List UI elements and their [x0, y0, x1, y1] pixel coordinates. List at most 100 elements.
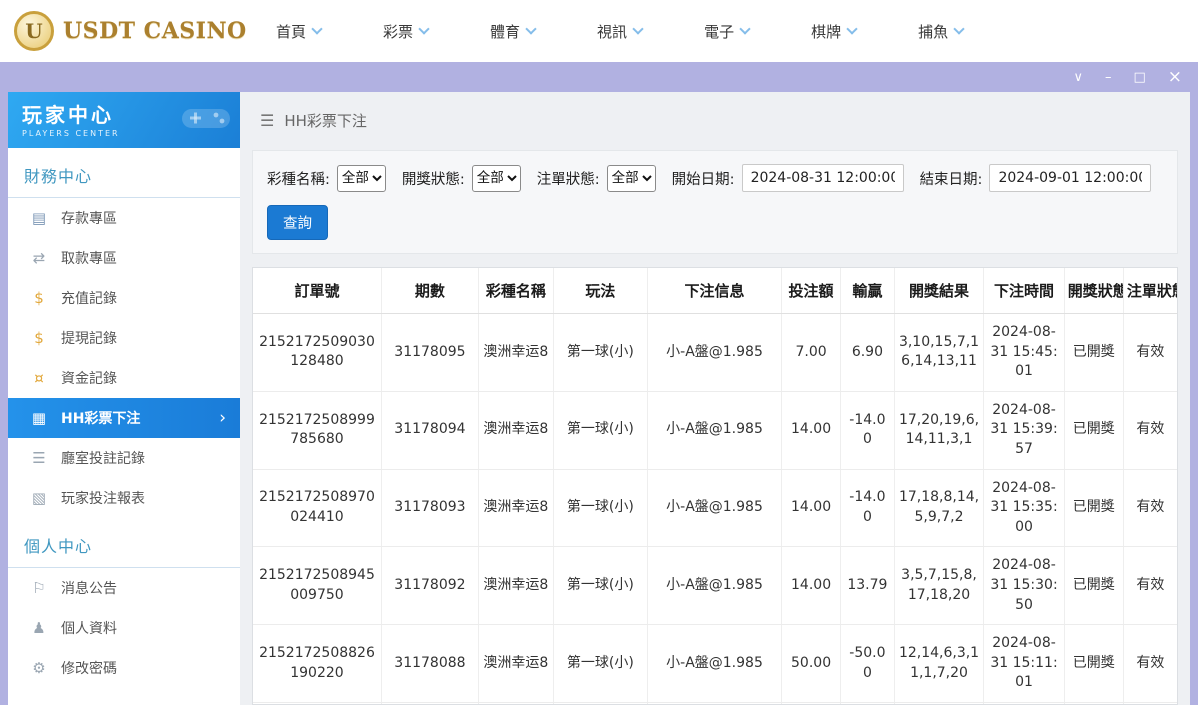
table-cell: 2152172508999785680: [253, 391, 382, 470]
sidebar-item[interactable]: ⇄ 取款專區: [8, 238, 240, 278]
table-cell: 2024-08-31 15:39:57: [983, 391, 1065, 470]
table-cell: 2152172509030128480: [253, 313, 382, 392]
sidebar-section-header: 個人中心: [8, 518, 240, 568]
app-window: ∨ – □ × 玩家中心 PLAYERS CENTER 財務中心 ▤ 存款專區 …: [0, 62, 1198, 705]
table-cell: 6.90: [840, 313, 895, 392]
sidebar-item[interactable]: ☰ 廳室投註記錄: [8, 438, 240, 478]
sidebar-item-label: 存款專區: [61, 211, 117, 227]
lottery-bets-icon: ▦: [31, 409, 47, 427]
filter-select-bet_status[interactable]: 全部: [606, 164, 656, 192]
table-cell: 小-A盤@1.985: [647, 313, 782, 392]
table-row: 2152172508970024410 31178093 澳洲幸运8 第一球(小) 小-…: [253, 469, 1177, 548]
table-cell: 小-A盤@1.985: [647, 391, 782, 470]
column-header: 玩法: [553, 268, 649, 314]
table-cell: 31178088: [381, 624, 479, 703]
sidebar-item[interactable]: ¤ 資金記錄: [8, 358, 240, 398]
table-cell: 澳洲幸运8: [478, 546, 554, 626]
nav-item-label: 視訊: [597, 22, 628, 41]
logo[interactable]: U USDT CASINO: [0, 11, 246, 51]
table-cell: 31178092: [381, 546, 479, 626]
table-cell: 3,5,7,15,8,17,18,20: [894, 546, 985, 626]
sidebar-item[interactable]: ♟ 個人資料: [8, 608, 240, 648]
table-cell: -50.00: [840, 624, 895, 703]
sidebar-item[interactable]: $ 提現記錄: [8, 318, 240, 358]
menu-toggle-icon[interactable]: ☰: [260, 111, 274, 130]
nav-item[interactable]: 電子: [704, 21, 751, 42]
sidebar: 玩家中心 PLAYERS CENTER 財務中心 ▤ 存款專區 ⇄ 取款專區 $ 充值記錄 $…: [8, 92, 240, 705]
sidebar-item-label: 充值記錄: [61, 291, 117, 307]
sidebar-item[interactable]: $ 充值記錄: [8, 278, 240, 318]
table-cell: 小-A盤@1.985: [647, 546, 782, 626]
sidebar-item[interactable]: ▦ HH彩票下注 ›: [8, 398, 240, 438]
sidebar-item[interactable]: ⚐ 消息公告: [8, 568, 240, 608]
table-cell: 第一球(小): [553, 313, 649, 392]
window-minimize-icon[interactable]: –: [1105, 71, 1112, 84]
nav-item[interactable]: 視訊: [597, 21, 644, 42]
filter-panel: 彩種名稱:全部開獎狀態:全部注單狀態:全部開始日期:結束日期: 查詢: [252, 150, 1178, 254]
search-button[interactable]: 查詢: [267, 205, 328, 240]
table-cell: 小-A盤@1.985: [647, 469, 782, 548]
chevron-right-icon: ›: [219, 408, 226, 428]
sidebar-item[interactable]: ▧ 玩家投注報表: [8, 478, 240, 518]
table-cell: 2152172508826190220: [253, 624, 382, 703]
table-cell: 13.79: [840, 546, 895, 626]
table-row: 2152172508999785680 31178094 澳洲幸运8 第一球(小) 小-…: [253, 391, 1177, 470]
window-close-icon[interactable]: ×: [1168, 68, 1182, 86]
filter-select-draw_status[interactable]: 全部: [471, 164, 521, 192]
table-cell: 12,14,6,3,11,1,7,20: [894, 624, 985, 703]
sidebar-item-label: 提現記錄: [61, 331, 117, 347]
sidebar-item-label: 資金記錄: [61, 371, 117, 387]
table-cell: 14.00: [781, 469, 842, 548]
table-cell: 有效: [1123, 624, 1177, 703]
column-header: 下注信息: [647, 268, 782, 314]
table-cell: 2152172508970024410: [253, 469, 382, 548]
table-cell: 已開獎: [1064, 546, 1124, 626]
table-cell: 14.00: [781, 546, 842, 626]
nav-item-label: 體育: [490, 22, 521, 41]
filter-label: 結束日期:: [919, 171, 983, 188]
main-nav: 首頁 彩票 體育 視訊 電子 棋牌 捕魚: [245, 21, 994, 42]
column-header: 開獎狀態: [1064, 268, 1124, 314]
table-cell: 3,10,15,7,16,14,13,11: [894, 313, 985, 392]
table-cell: 17,20,19,6,14,11,3,1: [894, 391, 985, 470]
table-cell: 第一球(小): [553, 624, 649, 703]
table-cell: 31178094: [381, 391, 479, 470]
column-header: 開獎結果: [894, 268, 985, 314]
window-collapse-icon[interactable]: ∨: [1073, 71, 1083, 84]
column-header: 下注時間: [983, 268, 1065, 314]
table-cell: 有效: [1123, 313, 1177, 392]
player-bet-report-icon: ▧: [31, 489, 47, 507]
nav-item[interactable]: 首頁: [276, 21, 323, 42]
sidebar-item-label: 取款專區: [61, 251, 117, 267]
nav-item[interactable]: 彩票: [383, 21, 430, 42]
filter-input-start_date[interactable]: [741, 164, 904, 192]
sidebar-item-label: 玩家投注報表: [61, 491, 145, 507]
sidebar-item[interactable]: ▤ 存款專區: [8, 198, 240, 238]
withdraw-record-icon: $: [34, 329, 44, 347]
table-cell: 14.00: [781, 391, 842, 470]
column-header: 期數: [381, 268, 479, 314]
nav-item[interactable]: 捕魚: [918, 21, 965, 42]
window-maximize-icon[interactable]: □: [1133, 71, 1145, 84]
filter-select-lottery_name[interactable]: 全部: [336, 164, 386, 192]
nav-item-label: 棋牌: [811, 22, 842, 41]
sidebar-item[interactable]: ⚙ 修改密碼: [8, 648, 240, 688]
table-cell: 第一球(小): [553, 546, 649, 626]
table-cell: 已開獎: [1064, 313, 1124, 392]
deposit-icon: ▤: [31, 209, 47, 227]
sidebar-section-header: 財務中心: [8, 148, 240, 198]
table-cell: 澳洲幸运8: [478, 313, 554, 392]
column-header: 注單狀態: [1123, 268, 1177, 314]
logo-icon: U: [14, 11, 54, 51]
announcement-icon: ⚐: [32, 579, 46, 597]
table-cell: 2024-08-31 15:11:01: [983, 624, 1065, 703]
page-title: HH彩票下注: [284, 111, 367, 130]
window-body: 玩家中心 PLAYERS CENTER 財務中心 ▤ 存款專區 ⇄ 取款專區 $ 充值記錄 $…: [0, 92, 1198, 705]
nav-item[interactable]: 棋牌: [811, 21, 858, 42]
table-cell: 31178095: [381, 313, 479, 392]
bets-table: 訂單號期數彩種名稱玩法下注信息投注額輸贏開獎結果下注時間開獎狀態注單狀態2152…: [253, 268, 1177, 704]
table-cell: 有效: [1123, 546, 1177, 626]
filter-input-end_date[interactable]: [989, 164, 1152, 192]
chevron-down-icon: [632, 22, 644, 35]
nav-item[interactable]: 體育: [490, 21, 537, 42]
